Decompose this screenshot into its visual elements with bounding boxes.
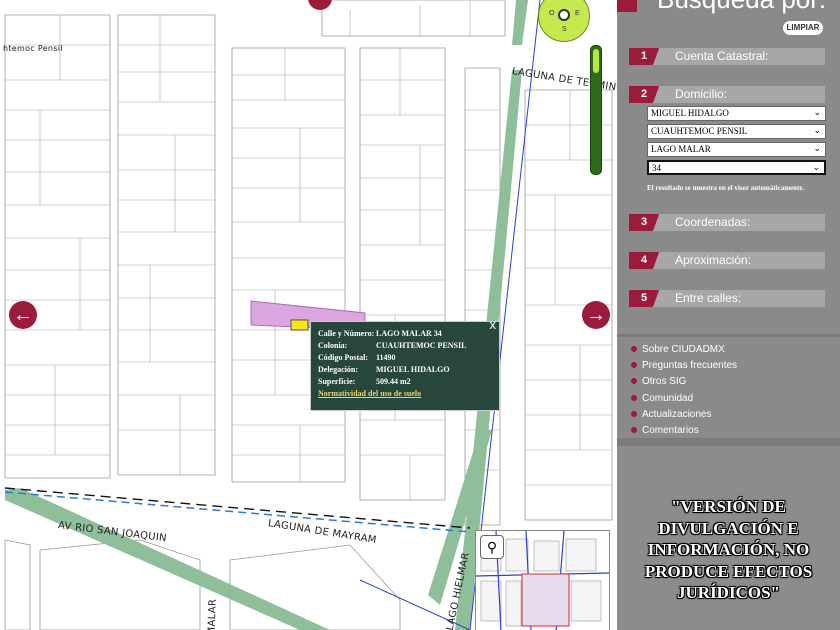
zoom-slider[interactable] — [590, 45, 602, 175]
overview-map[interactable]: ⚲ — [475, 530, 610, 630]
search-panel: Búsqueda por: LIMPIAR 1 Cuenta Catastral… — [617, 0, 840, 328]
zoom-slider-thumb[interactable] — [593, 49, 599, 73]
chevron-down-icon: ⌄ — [813, 108, 821, 118]
map-viewer[interactable]: htemoc Pensil LAGUNA DE TERMINOS AV RIO … — [0, 0, 617, 630]
legal-disclaimer: "VERSIÓN DE DIVULGACIÓN E INFORMACIÓN, N… — [644, 497, 813, 603]
popup-value: LAGO MALAR 34 — [376, 329, 442, 338]
numero-select[interactable]: 34 ⌄ — [647, 160, 826, 175]
chevron-down-icon: ⌄ — [813, 144, 821, 154]
popup-key: Código Postal: — [318, 353, 368, 362]
section-domicilio[interactable]: 2 Domicilio: — [629, 86, 825, 103]
popup-value: 509.44 m2 — [376, 377, 411, 386]
popup-key: Colonia: — [318, 341, 348, 350]
bullet-icon — [631, 378, 637, 385]
bullet-icon — [631, 427, 637, 434]
footer-links: Sobre CIUDADMX Preguntas frecuentes Otro… — [617, 334, 840, 441]
bullet-icon — [631, 346, 637, 353]
clear-button[interactable]: LIMPIAR — [783, 21, 823, 35]
bullet-icon — [631, 362, 637, 369]
section-cuenta-catastral[interactable]: 1 Cuenta Catastral: — [629, 48, 825, 65]
bullet-icon — [631, 395, 637, 402]
land-use-link[interactable]: Normatividad del uso de suelo — [318, 389, 421, 398]
auto-result-note: El resultado se muestra en el visor auto… — [647, 184, 805, 192]
street-label-malar: MALAR — [206, 598, 219, 630]
popup-value: MIGUEL HIDALGO — [376, 365, 450, 374]
link-otros-sig[interactable]: Otros SIG — [631, 376, 686, 387]
compass-center-icon[interactable] — [558, 9, 570, 21]
pan-left-button[interactable]: ← — [9, 301, 37, 329]
parcel-marker-icon — [290, 319, 309, 331]
section-entre-calles[interactable]: 5 Entre calles: — [629, 290, 825, 307]
popup-value: 11490 — [376, 353, 396, 362]
colonia-select[interactable]: CUAUHTEMOC PENSIL ⌄ — [647, 124, 826, 139]
sidebar-title: Búsqueda por: — [657, 0, 826, 15]
divider — [617, 438, 840, 446]
popup-key: Calle y Número: — [318, 329, 375, 338]
delegacion-select[interactable]: MIGUEL HIDALGO ⌄ — [647, 106, 826, 121]
overview-extent-box — [521, 573, 570, 627]
street-label-pensil: htemoc Pensil — [3, 44, 63, 53]
zoom-overview-icon[interactable]: ⚲ — [480, 535, 504, 559]
link-preguntas-frecuentes[interactable]: Preguntas frecuentes — [631, 360, 737, 371]
pan-right-button[interactable]: → — [582, 301, 610, 329]
popup-key: Superficie: — [318, 377, 356, 386]
popup-value: CUAUHTEMOC PENSIL — [376, 341, 467, 350]
chevron-down-icon: ⌄ — [813, 126, 821, 136]
chevron-down-icon: ⌄ — [812, 163, 820, 173]
link-actualizaciones[interactable]: Actualizaciones — [631, 409, 711, 420]
popup-key: Delegación: — [318, 365, 358, 374]
bullet-icon — [631, 411, 637, 418]
section-aproximacion[interactable]: 4 Aproximación: — [629, 252, 825, 269]
search-sidebar: Búsqueda por: LIMPIAR 1 Cuenta Catastral… — [617, 0, 840, 630]
link-comunidad[interactable]: Comunidad — [631, 393, 693, 404]
section-coordenadas[interactable]: 3 Coordenadas: — [629, 214, 825, 231]
calle-select[interactable]: LAGO MALAR ⌄ — [647, 142, 826, 157]
popup-close-button[interactable]: X — [489, 321, 496, 332]
title-accent — [617, 0, 637, 12]
parcel-info-popup: X Calle y Número: LAGO MALAR 34 Colonia: C… — [310, 321, 500, 411]
link-comentarios[interactable]: Comentarios — [631, 425, 699, 436]
link-sobre-ciudadmx[interactable]: Sobre CIUDADMX — [631, 344, 725, 355]
